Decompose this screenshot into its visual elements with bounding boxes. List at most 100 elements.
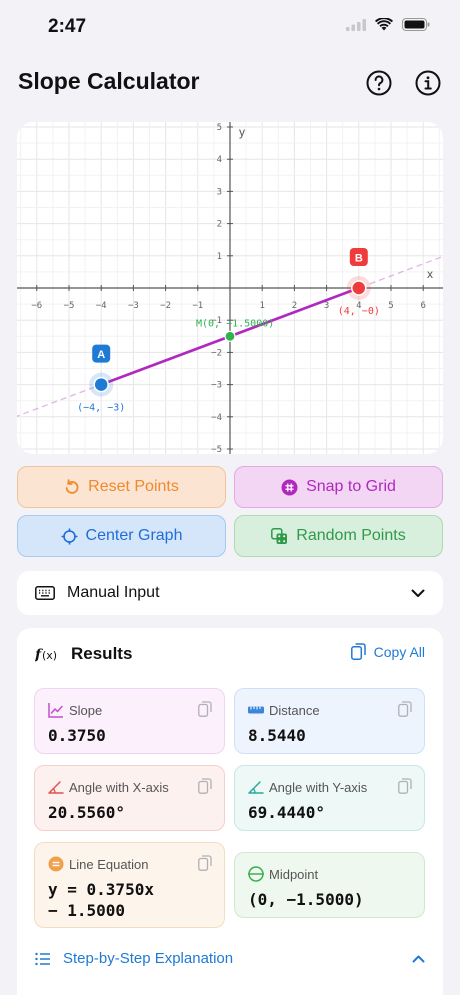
y-tick-label: 5 <box>217 123 222 133</box>
point-a-coords: (−4, −3) <box>77 403 125 414</box>
equals-circle-icon <box>48 856 64 872</box>
x-tick-label: 2 <box>292 301 297 311</box>
copy-all-label: Copy All <box>373 643 425 660</box>
angle-y-value: 69.4440° <box>248 803 326 822</box>
copy-icon[interactable] <box>198 855 212 871</box>
wifi-icon <box>375 18 393 31</box>
results-header: f (x) Results <box>35 644 132 664</box>
angle-icon <box>248 781 264 794</box>
copy-icon[interactable] <box>198 778 212 794</box>
y-tick-label: −3 <box>211 381 222 391</box>
angle-y-label: Angle with Y-axis <box>269 780 368 795</box>
x-tick-label: −5 <box>64 301 75 311</box>
keyboard-icon <box>35 586 55 600</box>
ruler-icon <box>248 706 264 714</box>
y-tick-label: −4 <box>211 413 222 423</box>
snap-to-grid-button[interactable]: Snap to Grid <box>234 466 443 508</box>
point-a-marker <box>93 376 109 393</box>
results-card: f (x) Results Copy All Slope 0.3750 Dist… <box>17 628 443 995</box>
midpoint-value: (0, −1.5000) <box>248 890 364 909</box>
random-points-button[interactable]: Random Points <box>234 515 443 557</box>
midpoint-label: M(0, −1.5000) <box>196 318 274 329</box>
midpoint-tile: Midpoint (0, −1.5000) <box>234 852 425 918</box>
y-tick-label: 1 <box>217 252 222 262</box>
x-tick-label: 3 <box>324 301 329 311</box>
angle-x-value: 20.5560° <box>48 803 126 822</box>
random-points-label: Random Points <box>296 527 406 544</box>
question-circle-icon[interactable] <box>366 70 392 96</box>
copy-icon <box>350 643 366 660</box>
copy-icon[interactable] <box>398 778 412 794</box>
distance-value: 8.5440 <box>248 726 306 745</box>
slope-label: Slope <box>69 703 103 718</box>
status-time: 2:47 <box>48 16 87 37</box>
cellular-signal-icon <box>346 18 366 31</box>
snap-to-grid-label: Snap to Grid <box>306 478 396 495</box>
x-tick-label: −2 <box>160 301 171 311</box>
distance-label: Distance <box>269 703 320 718</box>
slope-value: 0.3750 <box>48 726 106 745</box>
slope-tile: Slope 0.3750 <box>34 688 225 754</box>
x-tick-label: −6 <box>31 301 42 311</box>
y-tick-label: 2 <box>217 220 222 230</box>
line-equation-label: Line Equation <box>69 857 149 872</box>
point-b-coords: (4, −0) <box>338 306 380 317</box>
x-tick-label: −4 <box>96 301 107 311</box>
grid-hash-icon <box>281 479 298 495</box>
status-bar: 2:47 <box>0 0 460 54</box>
manual-input-label: Manual Input <box>67 584 160 601</box>
line-equation-value: y = 0.3750x − 1.5000 <box>48 879 154 921</box>
y-tick-label: −2 <box>211 348 222 358</box>
trend-chart-icon <box>48 703 63 718</box>
y-tick-label: −5 <box>211 445 222 454</box>
point-b-badge-label: B <box>355 253 363 265</box>
info-circle-icon[interactable] <box>415 70 441 96</box>
copy-icon[interactable] <box>398 701 412 717</box>
midpoint-label: Midpoint <box>269 867 319 882</box>
dice-icon <box>271 527 288 544</box>
page-title: Slope Calculator <box>18 68 200 94</box>
x-tick-label: 6 <box>420 301 425 311</box>
list-icon <box>35 952 50 965</box>
chevron-down-icon <box>411 589 425 597</box>
coordinate-graph[interactable]: xy−6 −5 −4 −3 −2 −1 1 2 3 4 5 654321−1−2−3−4−5M(0, … <box>17 122 443 454</box>
chevron-up-icon <box>412 955 425 962</box>
copy-icon[interactable] <box>198 701 212 717</box>
battery-icon <box>402 18 430 31</box>
svg-text:(x): (x) <box>42 649 57 662</box>
y-tick-label: 3 <box>217 187 222 197</box>
angle-x-tile: Angle with X-axis 20.5560° <box>34 765 225 831</box>
center-graph-label: Center Graph <box>85 527 183 544</box>
crosshair-icon <box>61 528 78 544</box>
status-icons <box>346 18 430 31</box>
reset-points-button[interactable]: Reset Points <box>17 466 226 508</box>
line-equation-tile: Line Equation y = 0.3750x − 1.5000 <box>34 842 225 928</box>
copy-all-button[interactable]: Copy All <box>350 643 425 660</box>
angle-x-label: Angle with X-axis <box>69 780 169 795</box>
x-axis-label: x <box>427 267 433 281</box>
x-tick-label: −1 <box>192 301 203 311</box>
manual-input-disclosure[interactable]: Manual Input <box>17 571 443 615</box>
y-axis-label: y <box>239 125 245 139</box>
graph-card[interactable]: x y −6 −5 −4 −3 −2 −1 1 2 3 4 5 6 5 4 3 2 1 −1 −2 −3 −4 −5 M(0, … <box>17 122 443 454</box>
x-tick-label: −3 <box>128 301 139 311</box>
point-b-marker <box>351 280 367 296</box>
line-equation-line2: − 1.5000 <box>48 901 126 920</box>
angle-icon <box>48 781 64 794</box>
line-equation-line1: y = 0.3750x <box>48 880 154 899</box>
reset-arrow-icon <box>65 479 79 494</box>
step-by-step-label: Step-by-Step Explanation <box>63 950 234 967</box>
center-graph-button[interactable]: Center Graph <box>17 515 226 557</box>
angle-y-tile: Angle with Y-axis 69.4440° <box>234 765 425 831</box>
function-icon: f (x) <box>35 647 57 662</box>
x-tick-label: 1 <box>259 301 264 311</box>
point-a-badge-label: A <box>97 349 105 361</box>
reset-points-label: Reset Points <box>88 478 179 495</box>
midpoint-marker <box>224 330 236 342</box>
step-by-step-disclosure[interactable]: Step-by-Step Explanation <box>35 950 425 967</box>
y-tick-label: 4 <box>217 155 222 165</box>
results-title: Results <box>71 644 133 663</box>
distance-tile: Distance 8.5440 <box>234 688 425 754</box>
midpoint-circle-icon <box>248 866 264 882</box>
x-tick-label: 5 <box>388 301 393 311</box>
